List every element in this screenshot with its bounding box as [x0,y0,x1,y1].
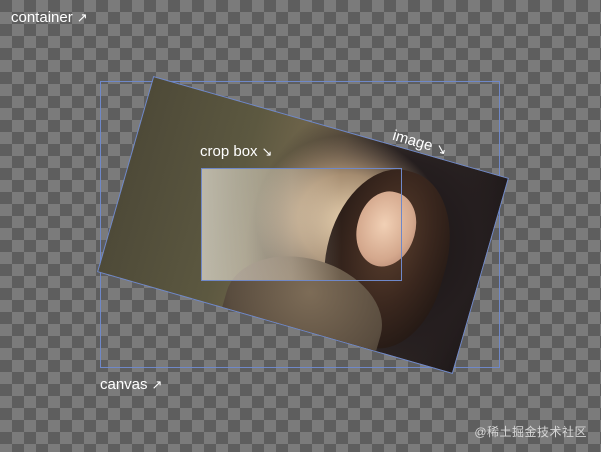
crop-box-label-text: crop box [200,143,258,160]
crop-box[interactable] [201,168,402,281]
south-east-arrow-icon: ↘ [261,144,273,159]
container-label: container ↗ [11,10,88,25]
watermark: @稀土掘金技术社区 [474,425,587,439]
north-east-arrow-icon: ↗ [151,377,163,392]
canvas-label-text: canvas [100,376,148,393]
crop-box-label: crop box ↘ [200,144,272,159]
container-label-text: container [11,9,73,26]
canvas-label: canvas ↗ [100,377,162,392]
north-east-arrow-icon: ↗ [76,10,88,25]
